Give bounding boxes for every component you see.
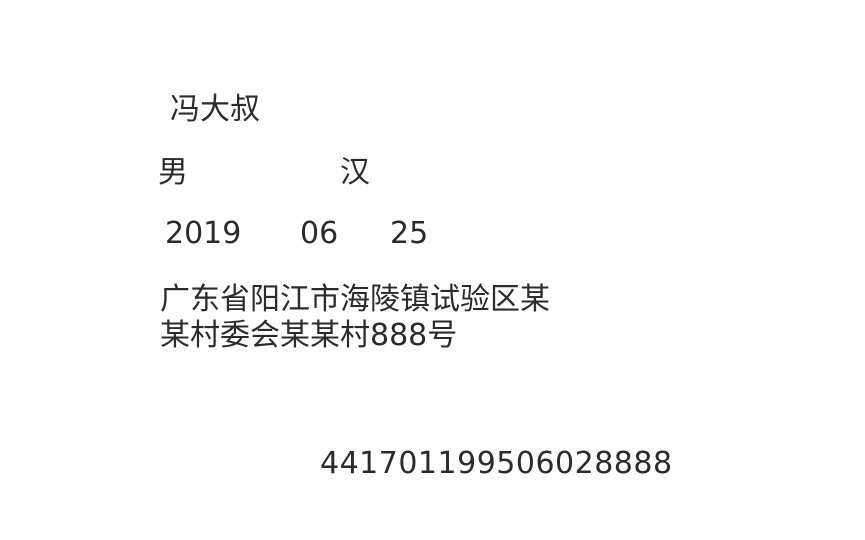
address-line-2: 某村委会某某村888号 [160, 318, 458, 353]
name-value: 冯大叔 [170, 92, 260, 127]
ethnicity-value: 汉 [340, 155, 370, 190]
birth-month-value: 06 [300, 216, 339, 251]
address-line-1: 广东省阳江市海陵镇试验区某 [160, 282, 550, 317]
address-block: 广东省阳江市海陵镇试验区某 某村委会某某村888号 [160, 282, 550, 354]
gender-value: 男 [158, 155, 188, 190]
id-number-value: 441701199506028888 [320, 446, 673, 481]
birth-year-value: 2019 [165, 216, 242, 251]
id-card-front: 冯大叔 男 汉 2019 06 25 广东省阳江市海陵镇试验区某 某村委会某某村… [0, 0, 865, 540]
birth-day-value: 25 [390, 216, 429, 251]
